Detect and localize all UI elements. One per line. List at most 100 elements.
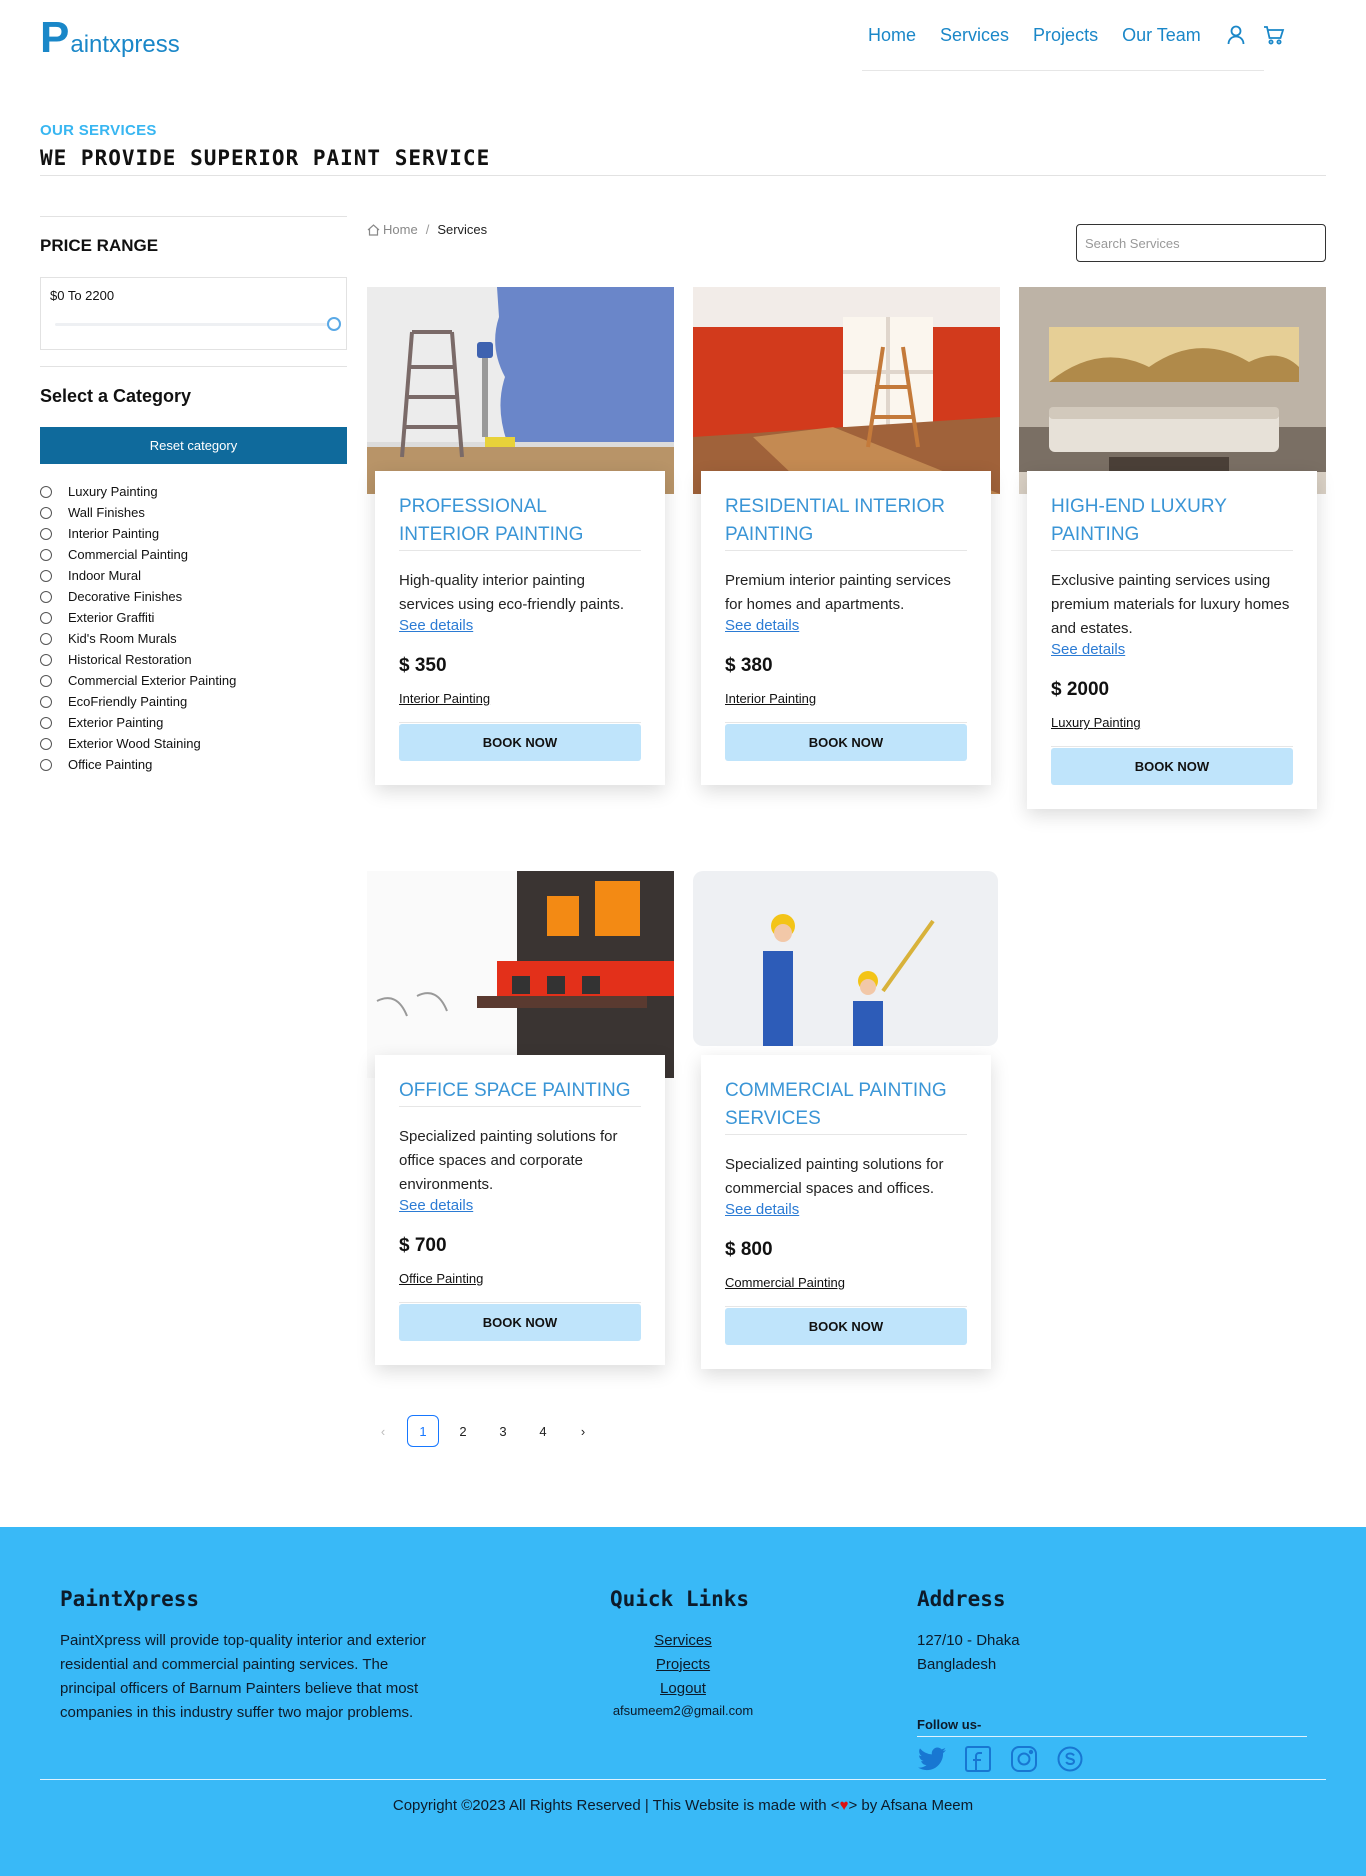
nav-our-team[interactable]: Our Team [1122, 25, 1201, 46]
book-now-button[interactable]: BOOK NOW [399, 724, 641, 761]
footer-about-title: PaintXpress [60, 1587, 200, 1611]
radio-button[interactable] [40, 737, 52, 750]
card-price: $ 700 [399, 1235, 447, 1256]
category-item[interactable]: Luxury Painting [40, 481, 236, 502]
page-4-button[interactable]: 4 [527, 1415, 559, 1447]
radio-button[interactable] [40, 653, 52, 666]
radio-button[interactable] [40, 590, 52, 603]
see-details-link[interactable]: See details [725, 1201, 799, 1218]
price-slider-track[interactable] [55, 323, 335, 326]
footer-link-projects[interactable]: Projects [583, 1653, 783, 1677]
card-category-link[interactable]: Interior Painting [725, 691, 816, 706]
prev-page-button[interactable]: ‹ [367, 1415, 399, 1447]
category-item[interactable]: Commercial Exterior Painting [40, 670, 236, 691]
category-label: Commercial Exterior Painting [68, 673, 237, 688]
nav-home[interactable]: Home [868, 25, 916, 46]
card-category-link[interactable]: Luxury Painting [1051, 715, 1141, 730]
breadcrumb-home[interactable]: Home [367, 222, 418, 237]
book-now-button[interactable]: BOOK NOW [725, 1308, 967, 1345]
category-label: Luxury Painting [68, 484, 158, 499]
category-item[interactable]: Interior Painting [40, 523, 236, 544]
category-item[interactable]: Historical Restoration [40, 649, 236, 670]
copyright: Copyright ©2023 All Rights Reserved | Th… [0, 1797, 1366, 1814]
radio-button[interactable] [40, 695, 52, 708]
book-now-button[interactable]: BOOK NOW [399, 1304, 641, 1341]
category-label: Exterior Painting [68, 715, 164, 730]
card-category-link[interactable]: Interior Painting [399, 691, 490, 706]
price-range-value: $0 To 2200 [50, 288, 115, 303]
radio-button[interactable] [40, 758, 52, 771]
page-1-button[interactable]: 1 [407, 1415, 439, 1447]
see-details-link[interactable]: See details [1051, 641, 1125, 658]
category-label: Commercial Painting [68, 547, 188, 562]
category-label: Kid's Room Murals [68, 631, 177, 646]
page-3-button[interactable]: 3 [487, 1415, 519, 1447]
search-input[interactable] [1076, 224, 1326, 262]
facebook-icon[interactable] [963, 1744, 993, 1774]
twitter-icon[interactable] [917, 1744, 947, 1774]
service-card: PROFESSIONAL INTERIOR PAINTING High-qual… [375, 471, 665, 785]
card-price: $ 800 [725, 1239, 773, 1260]
category-item[interactable]: Commercial Painting [40, 544, 236, 565]
see-details-link[interactable]: See details [399, 1197, 473, 1214]
see-details-link[interactable]: See details [399, 617, 473, 634]
radio-button[interactable] [40, 485, 52, 498]
category-item[interactable]: Exterior Graffiti [40, 607, 236, 628]
category-label: Wall Finishes [68, 505, 145, 520]
logo[interactable]: P aintxpress [40, 16, 180, 60]
book-now-button[interactable]: BOOK NOW [725, 724, 967, 761]
price-slider-handle[interactable] [327, 317, 341, 331]
breadcrumb: Home / Services [367, 222, 487, 237]
card-title: PROFESSIONAL INTERIOR PAINTING [399, 493, 641, 551]
nav-divider [862, 70, 1264, 71]
card-category-link[interactable]: Commercial Painting [725, 1275, 845, 1290]
section-title: WE PROVIDE SUPERIOR PAINT SERVICE [40, 146, 491, 170]
category-label: Exterior Graffiti [68, 610, 155, 625]
category-item[interactable]: Office Painting [40, 754, 236, 775]
reset-category-button[interactable]: Reset category [40, 427, 347, 464]
category-item[interactable]: Exterior Wood Staining [40, 733, 236, 754]
card-divider [399, 1302, 641, 1303]
nav-services[interactable]: Services [940, 25, 1009, 46]
radio-button[interactable] [40, 548, 52, 561]
user-icon[interactable] [1225, 24, 1247, 46]
category-item[interactable]: Kid's Room Murals [40, 628, 236, 649]
radio-button[interactable] [40, 611, 52, 624]
category-label: Interior Painting [68, 526, 160, 541]
logo-initial: P [40, 13, 70, 62]
card-title: COMMERCIAL PAINTING SERVICES [725, 1077, 967, 1135]
radio-button[interactable] [40, 527, 52, 540]
see-details-link[interactable]: See details [725, 617, 799, 634]
skype-icon[interactable] [1055, 1744, 1085, 1774]
header: P aintxpress Home Services Projects Our … [0, 0, 1366, 80]
category-item[interactable]: Indoor Mural [40, 565, 236, 586]
footer-link-logout[interactable]: Logout [583, 1677, 783, 1701]
radio-button[interactable] [40, 716, 52, 729]
category-item[interactable]: Decorative Finishes [40, 586, 236, 607]
card-description: Premium interior painting services for h… [725, 572, 951, 613]
radio-button[interactable] [40, 632, 52, 645]
footer-address-line2: Bangladesh [917, 1656, 997, 1673]
card-divider [725, 1306, 967, 1307]
page-2-button[interactable]: 2 [447, 1415, 479, 1447]
footer-about-text: PaintXpress will provide top-quality int… [60, 1632, 427, 1721]
home-icon [367, 223, 380, 236]
copyright-author: > by Afsana Meem [848, 1797, 974, 1814]
instagram-icon[interactable] [1009, 1744, 1039, 1774]
footer-link-services[interactable]: Services [583, 1629, 783, 1653]
book-now-button[interactable]: BOOK NOW [1051, 748, 1293, 785]
cart-icon[interactable] [1263, 24, 1285, 46]
category-label: Exterior Wood Staining [68, 736, 201, 751]
card-description: Specialized painting solutions for comme… [725, 1156, 944, 1197]
radio-button[interactable] [40, 674, 52, 687]
follow-us-label: Follow us- [917, 1717, 982, 1732]
category-item[interactable]: EcoFriendly Painting [40, 691, 236, 712]
next-page-button[interactable]: › [567, 1415, 599, 1447]
radio-button[interactable] [40, 506, 52, 519]
category-item[interactable]: Wall Finishes [40, 502, 236, 523]
footer-links-title: Quick Links [610, 1587, 750, 1611]
card-category-link[interactable]: Office Painting [399, 1271, 483, 1286]
category-item[interactable]: Exterior Painting [40, 712, 236, 733]
nav-projects[interactable]: Projects [1033, 25, 1098, 46]
radio-button[interactable] [40, 569, 52, 582]
